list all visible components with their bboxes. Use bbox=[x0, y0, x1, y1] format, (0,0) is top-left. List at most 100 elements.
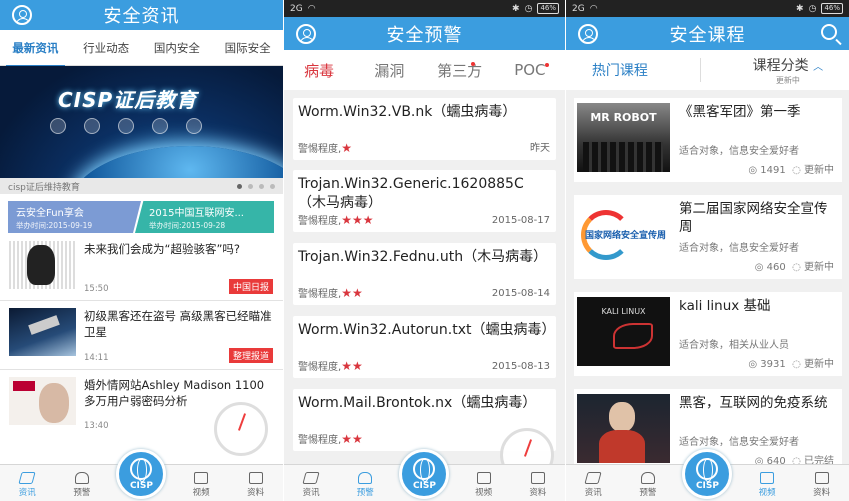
warning-title: Worm.Win32.VB.nk（蠕虫病毒） bbox=[298, 104, 517, 120]
level-label: 警惕程度, bbox=[298, 216, 342, 227]
tab-label: 第三方 bbox=[437, 61, 483, 80]
course-tabs: 热门课程 课程分类 ︿ 更新中 bbox=[566, 50, 849, 90]
speedometer-icon[interactable] bbox=[214, 402, 268, 456]
news-panel: 安全资讯 最新资讯 行业动态 国内安全 国际安全 CISP证后教育 cisp证后… bbox=[0, 0, 283, 501]
news-headline: 未来我们会成为“超验骇客”吗? bbox=[84, 242, 241, 256]
warning-card[interactable]: Trojan.Win32.Fednu.uth（木马病毒） 警惕程度,★★ 201… bbox=[293, 243, 556, 305]
course-thumbnail: KALI LINUX bbox=[577, 297, 670, 366]
nav-docs[interactable]: 资料 bbox=[802, 472, 842, 498]
warning-card[interactable]: Trojan.Win32.Generic.1620885C（木马病毒） 警惕程度… bbox=[293, 170, 556, 232]
course-audience: 适合对象，信息安全爱好者 bbox=[679, 437, 799, 448]
course-status: 更新中 bbox=[804, 359, 834, 370]
nav-cisp[interactable]: CISP bbox=[399, 449, 450, 499]
news-thumbnail bbox=[9, 377, 76, 425]
warning-date: 2015-08-13 bbox=[491, 361, 550, 372]
nav-label: 预警 bbox=[639, 488, 657, 498]
nav-news[interactable]: 资讯 bbox=[7, 472, 47, 498]
alert-tabs: 病毒 漏洞 第三方 POC bbox=[284, 50, 565, 90]
tab-course-category[interactable]: 课程分类 ︿ 更新中 bbox=[753, 55, 823, 86]
bell-icon bbox=[640, 472, 655, 484]
news-source-tag: 中国日报 bbox=[228, 279, 273, 294]
course-thumbnail: MR ROBOT bbox=[577, 103, 670, 172]
views-icon: ◎ bbox=[754, 262, 764, 273]
tab-third-party[interactable]: 第三方 bbox=[425, 60, 495, 81]
warning-date: 2015-08-17 bbox=[491, 215, 550, 226]
nav-cisp[interactable]: CISP bbox=[116, 449, 167, 499]
tab-hot-courses[interactable]: 热门课程 bbox=[592, 60, 648, 80]
nav-label: 资料 bbox=[247, 488, 265, 498]
nav-label: 资料 bbox=[529, 488, 547, 498]
folder-icon bbox=[248, 472, 263, 484]
nav-video[interactable]: 视频 bbox=[181, 472, 221, 498]
level-label: 警惕程度, bbox=[298, 289, 342, 300]
nav-alert[interactable]: 预警 bbox=[62, 472, 102, 498]
tab-vulnerability[interactable]: 漏洞 bbox=[354, 60, 424, 81]
title-bar: 安全资讯 bbox=[0, 0, 283, 30]
nav-news[interactable]: 资讯 bbox=[573, 472, 613, 498]
user-icon[interactable] bbox=[12, 5, 32, 25]
globe-icon bbox=[413, 457, 436, 482]
battery-level: 46% bbox=[537, 3, 559, 14]
video-icon bbox=[476, 472, 491, 484]
promo-card[interactable]: 2015中国互联网安... 举办时间:2015-09-28 bbox=[135, 201, 274, 233]
tab-label: POC bbox=[514, 61, 546, 79]
warning-card[interactable]: Worm.Win32.VB.nk（蠕虫病毒） 警惕程度,★ 昨天 bbox=[293, 98, 556, 160]
tab-poc[interactable]: POC bbox=[495, 61, 565, 79]
tab-international[interactable]: 国际安全 bbox=[212, 40, 283, 56]
banner-caption: cisp证后维持教育 bbox=[8, 182, 80, 193]
course-card[interactable]: 国家网络安全宣传周 第二届国家网络安全宣传周 适合对象，信息安全爱好者 ◎ 46… bbox=[574, 195, 842, 279]
news-tabs: 最新资讯 行业动态 国内安全 国际安全 bbox=[0, 30, 283, 67]
warning-level: 警惕程度,★★ bbox=[298, 285, 363, 300]
signal-text: 2G bbox=[572, 3, 585, 14]
carousel-dots[interactable] bbox=[237, 183, 275, 189]
course-thumbnail: 国家网络安全宣传周 bbox=[577, 200, 670, 269]
refresh-icon: ◌ bbox=[792, 359, 801, 370]
news-thumbnail bbox=[9, 241, 76, 289]
level-stars: ★★ bbox=[341, 359, 363, 373]
user-icon[interactable] bbox=[296, 23, 316, 44]
wifi-icon: ◠ bbox=[307, 3, 316, 14]
promo-title: 2015中国互联网安... bbox=[149, 208, 244, 219]
status-bar: 2G ◠ ✱ ◷ 46% bbox=[284, 0, 565, 17]
nav-alert[interactable]: 预警 bbox=[628, 472, 668, 498]
course-card[interactable]: KALI LINUX kali linux 基础 适合对象，相关从业人员 ◎ 3… bbox=[574, 292, 842, 376]
nav-video[interactable]: 视频 bbox=[747, 472, 787, 498]
nav-cisp[interactable]: CISP bbox=[682, 449, 733, 499]
warning-title: Trojan.Win32.Generic.1620885C（木马病毒） bbox=[298, 176, 524, 211]
tab-label: 课程分类 bbox=[752, 57, 809, 74]
bottom-nav: 资讯 预警 CISP 视频 资料 bbox=[0, 449, 283, 501]
promo-card[interactable]: 云安全Fun享会 举办时间:2015-09-19 bbox=[8, 201, 141, 233]
unread-dot bbox=[545, 63, 549, 67]
video-icon bbox=[194, 472, 209, 484]
paper-plane-icon bbox=[302, 472, 320, 484]
news-time: 13:40 bbox=[84, 421, 109, 431]
course-status: 更新中 bbox=[804, 262, 834, 273]
course-card[interactable]: MR ROBOT 《黑客军团》第一季 适合对象，信息安全爱好者 ◎ 1491 ◌… bbox=[574, 98, 842, 182]
tab-latest[interactable]: 最新资讯 bbox=[0, 40, 71, 67]
paper-plane-icon bbox=[584, 472, 602, 484]
tab-industry[interactable]: 行业动态 bbox=[71, 40, 142, 56]
nav-docs[interactable]: 资料 bbox=[236, 472, 276, 498]
course-audience: 适合对象，信息安全爱好者 bbox=[679, 146, 799, 157]
user-icon[interactable] bbox=[578, 23, 598, 44]
nav-video[interactable]: 视频 bbox=[464, 472, 504, 498]
views-icon: ◎ bbox=[748, 165, 758, 176]
warning-title: Worm.Win32.Autorun.txt（蠕虫病毒） bbox=[298, 322, 556, 338]
level-label: 警惕程度, bbox=[298, 362, 342, 373]
tab-virus[interactable]: 病毒 bbox=[284, 60, 354, 81]
search-icon[interactable] bbox=[821, 23, 837, 40]
nav-alert[interactable]: 预警 bbox=[345, 472, 385, 498]
nav-docs[interactable]: 资料 bbox=[518, 472, 558, 498]
course-panel: 2G ◠ ✱ ◷ 46% 安全课程 热门课程 课程分类 ︿ 更新中 MR ROB… bbox=[566, 0, 849, 501]
nav-news[interactable]: 资讯 bbox=[291, 472, 331, 498]
banner-logo: CISP证后教育 bbox=[58, 88, 198, 112]
course-meta: ◎ 460 ◌ 更新中 bbox=[755, 258, 834, 273]
nav-label: 视频 bbox=[758, 488, 776, 498]
level-stars: ★★★ bbox=[341, 213, 374, 227]
warning-card[interactable]: Worm.Win32.Autorun.txt（蠕虫病毒） 警惕程度,★★ 201… bbox=[293, 316, 556, 378]
news-item[interactable]: 未来我们会成为“超验骇客”吗? 15:50 中国日报 bbox=[0, 235, 283, 301]
thumbnail-text: KALI LINUX bbox=[601, 307, 646, 316]
banner-carousel[interactable]: CISP证后教育 bbox=[0, 66, 283, 178]
news-item[interactable]: 初级黑客还在盗号 高级黑客已经瞄准卫星 14:11 整理报道 bbox=[0, 302, 283, 370]
tab-domestic[interactable]: 国内安全 bbox=[142, 40, 213, 56]
